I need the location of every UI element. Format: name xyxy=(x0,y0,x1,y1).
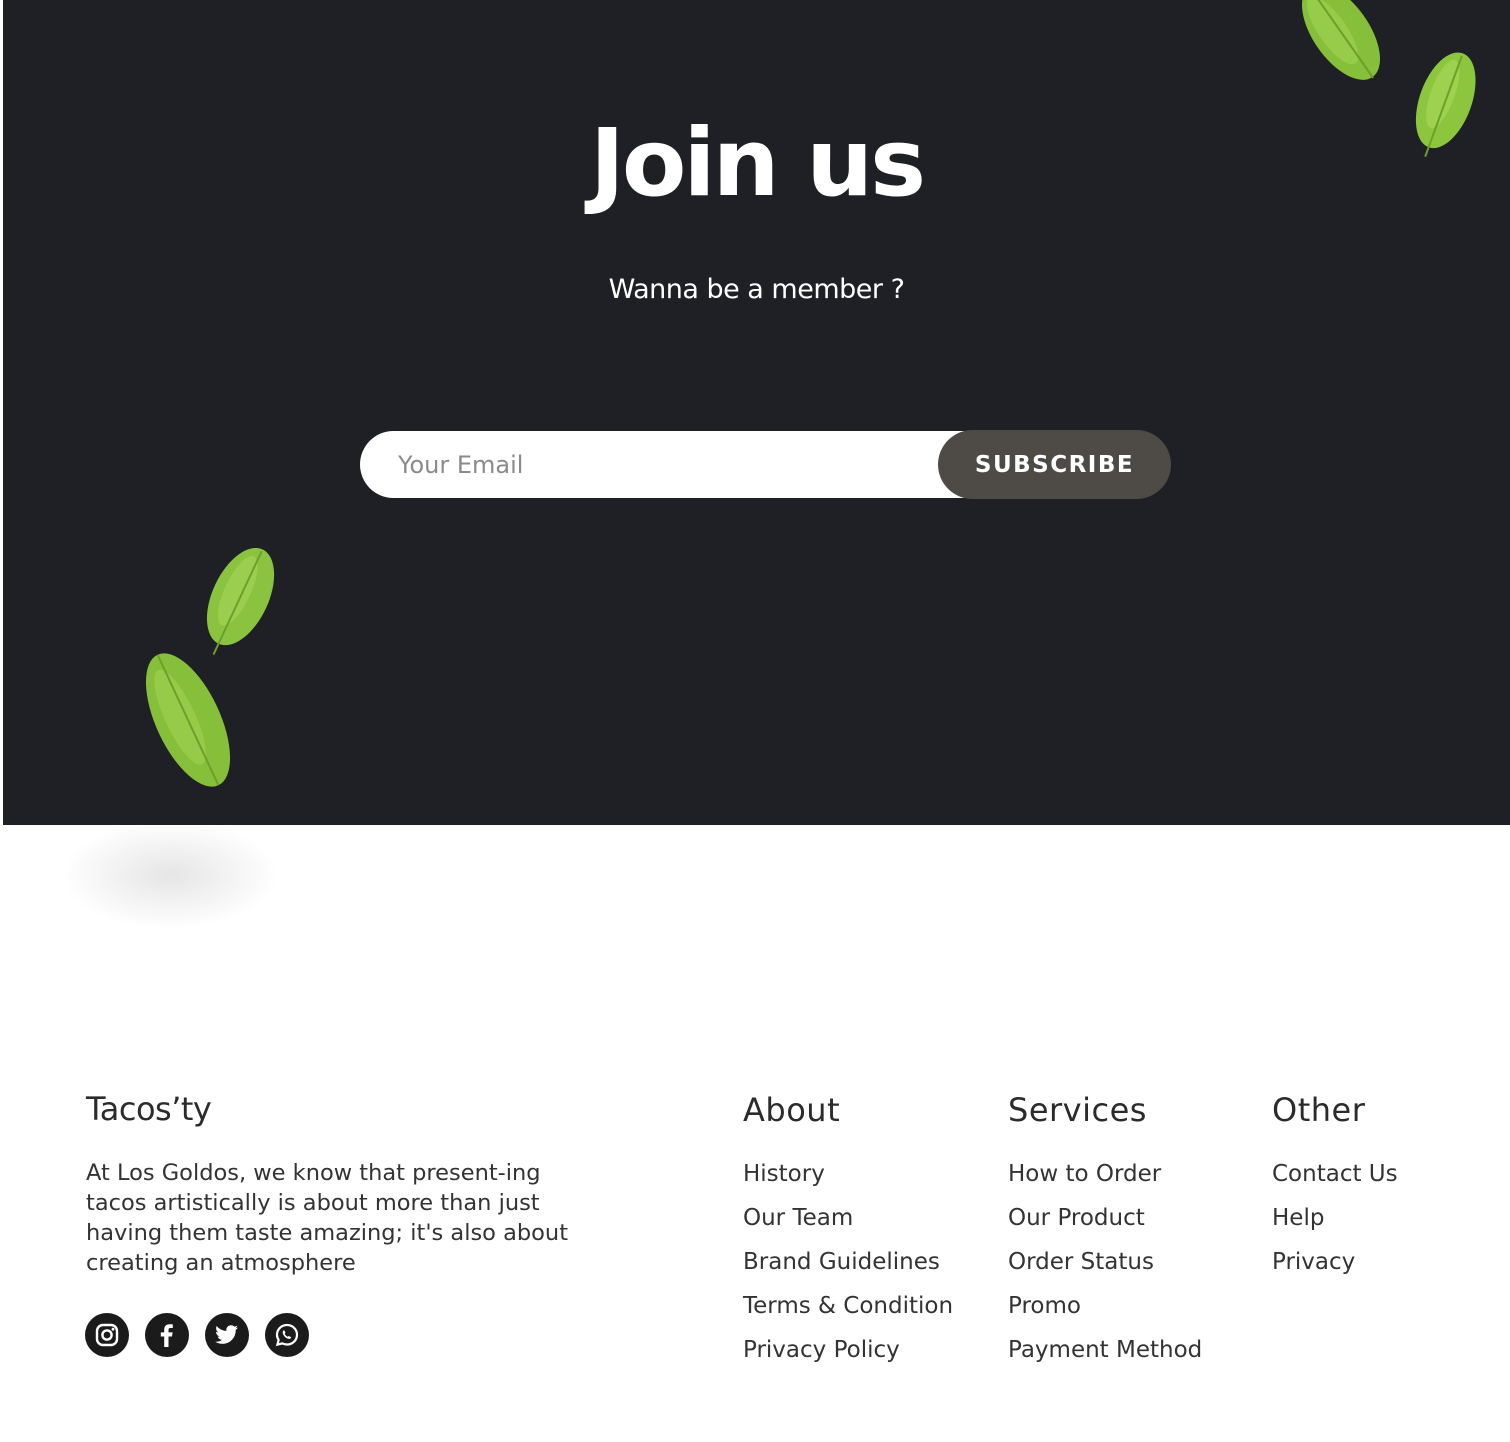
twitter-icon[interactable] xyxy=(205,1313,249,1357)
footer-link-payment-method[interactable]: Payment Method xyxy=(1008,1328,1202,1372)
footer-link-promo[interactable]: Promo xyxy=(1008,1284,1202,1328)
facebook-icon[interactable] xyxy=(145,1313,189,1357)
footer-link-order-status[interactable]: Order Status xyxy=(1008,1240,1202,1284)
footer-heading-services: Services xyxy=(1008,1091,1147,1129)
subscribe-button[interactable]: SUBSCRIBE xyxy=(938,430,1171,499)
footer-column-other: Other Contact Us Help Privacy xyxy=(1272,1090,1398,1284)
basil-leaf-image xyxy=(1399,45,1489,165)
newsletter-section: Join us Wanna be a member ? SUBSCRIBE xyxy=(3,0,1510,825)
page-title: Join us xyxy=(589,109,926,218)
brand-description: At Los Goldos, we know that present-ing … xyxy=(86,1160,569,1276)
brand-name: Tacos’ty xyxy=(86,1090,212,1128)
footer-link-terms-condition[interactable]: Terms & Condition xyxy=(743,1284,953,1328)
footer-link-privacy[interactable]: Privacy xyxy=(1272,1240,1398,1284)
footer-column-about: About History Our Team Brand Guidelines … xyxy=(743,1090,953,1372)
footer-link-help[interactable]: Help xyxy=(1272,1196,1398,1240)
footer-heading-other: Other xyxy=(1272,1091,1366,1129)
footer-heading-about: About xyxy=(743,1091,841,1129)
hero-subtitle: Wanna be a member ? xyxy=(608,274,905,305)
basil-leaf-image xyxy=(133,640,243,800)
footer-link-history[interactable]: History xyxy=(743,1152,953,1196)
footer-column-services: Services How to Order Our Product Order … xyxy=(1008,1090,1202,1372)
basil-leaf-image xyxy=(1291,0,1391,95)
whatsapp-icon[interactable] xyxy=(265,1313,309,1357)
leaf-shadow xyxy=(60,820,280,930)
footer-link-contact-us[interactable]: Contact Us xyxy=(1272,1152,1398,1196)
social-links xyxy=(85,1313,309,1357)
footer-link-brand-guidelines[interactable]: Brand Guidelines xyxy=(743,1240,953,1284)
footer-link-our-team[interactable]: Our Team xyxy=(743,1196,953,1240)
footer-link-our-product[interactable]: Our Product xyxy=(1008,1196,1202,1240)
footer-link-how-to-order[interactable]: How to Order xyxy=(1008,1152,1202,1196)
subscribe-form: SUBSCRIBE xyxy=(360,430,1171,499)
instagram-icon[interactable] xyxy=(85,1313,129,1357)
email-field[interactable] xyxy=(360,431,920,498)
footer-link-privacy-policy[interactable]: Privacy Policy xyxy=(743,1328,953,1372)
